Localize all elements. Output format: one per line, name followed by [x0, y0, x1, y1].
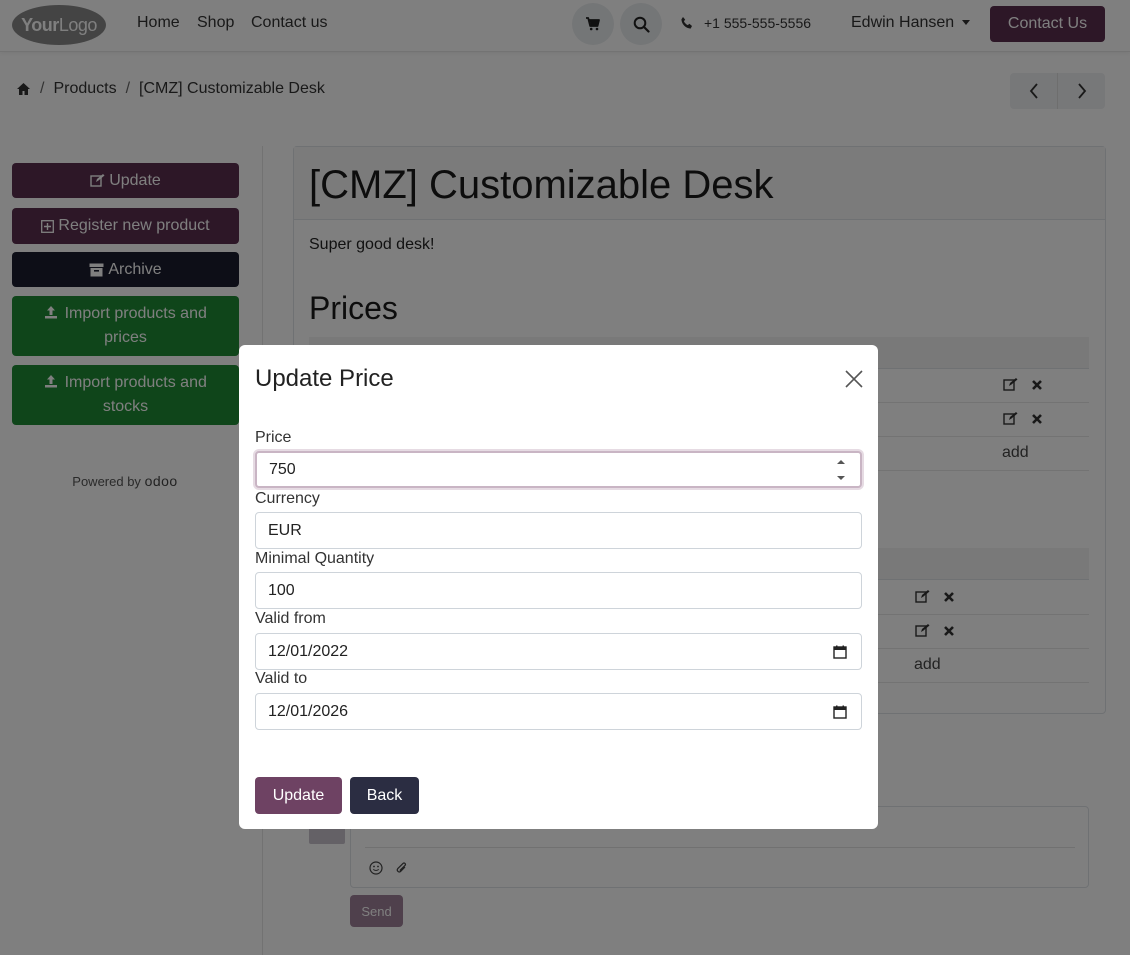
price-stepper[interactable] [834, 459, 848, 481]
modal-title: Update Price [255, 365, 394, 392]
valid-to-value: 12/01/2026 [268, 702, 349, 720]
currency-value: EUR [268, 521, 302, 539]
min-qty-field[interactable]: 100 [255, 572, 862, 609]
stepper-up-icon[interactable] [837, 459, 845, 464]
calendar-icon[interactable] [833, 705, 847, 719]
update-price-modal: Update Price Price Currency EUR Minimal … [239, 345, 878, 829]
stepper-down-icon[interactable] [837, 476, 845, 481]
price-field[interactable] [255, 451, 862, 488]
back-button[interactable]: Back [350, 777, 419, 814]
valid-from-field[interactable]: 12/01/2022 [255, 633, 862, 670]
min-qty-value: 100 [268, 581, 295, 599]
valid-from-value: 12/01/2022 [268, 642, 349, 660]
valid-to-field[interactable]: 12/01/2026 [255, 693, 862, 730]
currency-field[interactable]: EUR [255, 512, 862, 549]
valid-from-label: Valid from [255, 610, 326, 627]
calendar-icon[interactable] [833, 645, 847, 659]
close-icon[interactable] [844, 369, 864, 389]
valid-to-label: Valid to [255, 670, 308, 687]
price-input[interactable] [269, 460, 848, 479]
currency-label: Currency [255, 490, 320, 507]
price-label: Price [255, 429, 292, 446]
update-price-button[interactable]: Update [255, 777, 342, 814]
min-qty-label: Minimal Quantity [255, 550, 375, 567]
